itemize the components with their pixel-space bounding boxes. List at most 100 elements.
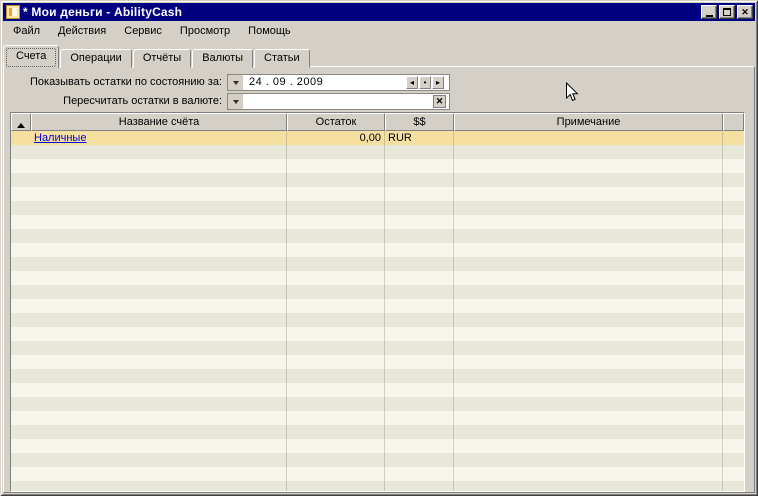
table-cell xyxy=(11,411,31,425)
table-cell xyxy=(31,145,287,159)
tab-accounts[interactable]: Счета xyxy=(3,45,59,68)
table-cell xyxy=(11,145,31,159)
table-cell xyxy=(11,271,31,285)
table-cell xyxy=(385,439,454,453)
table-cell xyxy=(31,285,287,299)
table-cell xyxy=(723,173,744,187)
table-row[interactable] xyxy=(11,187,744,201)
menu-file[interactable]: Файл xyxy=(4,22,49,40)
header-account-name[interactable]: Название счёта xyxy=(31,113,287,131)
table-row[interactable] xyxy=(11,313,744,327)
menu-actions[interactable]: Действия xyxy=(49,22,115,40)
table-cell xyxy=(287,453,385,467)
table-row[interactable] xyxy=(11,285,744,299)
today-button[interactable]: • xyxy=(419,76,431,89)
table-cell xyxy=(385,467,454,481)
table-row[interactable] xyxy=(11,243,744,257)
currency-dropdown-button[interactable] xyxy=(228,94,243,109)
table-cell xyxy=(723,467,744,481)
balance-date-field[interactable]: 24 . 09 . 2009 ◂ • ▸ xyxy=(227,74,450,91)
title-bar[interactable]: * Мои деньги - AbilityCash ✕ xyxy=(3,3,755,21)
window-title: * Мои деньги - AbilityCash xyxy=(23,5,701,19)
table-cell xyxy=(385,327,454,341)
header-extra[interactable] xyxy=(723,113,744,131)
tab-currencies[interactable]: Валюты xyxy=(192,49,253,68)
currency-field[interactable]: ✕ xyxy=(227,93,450,110)
table-cell xyxy=(31,341,287,355)
header-balance[interactable]: Остаток xyxy=(287,113,385,131)
next-day-button[interactable]: ▸ xyxy=(432,76,444,89)
table-row[interactable] xyxy=(11,425,744,439)
minimize-button[interactable] xyxy=(701,5,717,19)
table-row[interactable] xyxy=(11,257,744,271)
header-currency[interactable]: $$ xyxy=(385,113,454,131)
menu-view[interactable]: Просмотр xyxy=(171,22,239,40)
prev-day-button[interactable]: ◂ xyxy=(406,76,418,89)
close-button[interactable]: ✕ xyxy=(737,5,753,19)
table-cell xyxy=(11,257,31,271)
tab-reports[interactable]: Отчёты xyxy=(133,49,191,68)
clear-currency-button[interactable]: ✕ xyxy=(433,95,446,108)
table-row[interactable] xyxy=(11,341,744,355)
tab-label: Валюты xyxy=(202,52,243,64)
tab-strip: Счета Операции Отчёты Валюты Статьи xyxy=(3,45,755,68)
table-cell xyxy=(723,327,744,341)
table-cell xyxy=(723,397,744,411)
table-cell xyxy=(385,369,454,383)
date-dropdown-button[interactable] xyxy=(228,75,243,90)
table-row[interactable] xyxy=(11,145,744,159)
menu-bar: Файл Действия Сервис Просмотр Помощь xyxy=(4,22,300,40)
tab-label: Отчёты xyxy=(143,52,181,64)
minimize-icon xyxy=(706,15,713,17)
table-row[interactable] xyxy=(11,383,744,397)
table-row[interactable] xyxy=(11,173,744,187)
table-row[interactable] xyxy=(11,453,744,467)
table-row[interactable] xyxy=(11,215,744,229)
table-row[interactable] xyxy=(11,481,744,492)
table-cell xyxy=(385,341,454,355)
tab-categories[interactable]: Статьи xyxy=(254,49,310,68)
table-row[interactable] xyxy=(11,229,744,243)
table-cell xyxy=(287,271,385,285)
table-cell xyxy=(723,341,744,355)
tab-operations[interactable]: Операции xyxy=(60,49,131,68)
table-row[interactable] xyxy=(11,299,744,313)
table-cell xyxy=(31,425,287,439)
header-note[interactable]: Примечание xyxy=(454,113,723,131)
table-cell xyxy=(287,355,385,369)
table-row[interactable]: Наличные0,00RUR xyxy=(11,131,744,145)
account-link[interactable]: Наличные xyxy=(34,132,86,144)
table-row[interactable] xyxy=(11,201,744,215)
table-row[interactable] xyxy=(11,159,744,173)
maximize-button[interactable] xyxy=(719,5,735,19)
table-cell xyxy=(385,229,454,243)
menu-help[interactable]: Помощь xyxy=(239,22,300,40)
table-row[interactable] xyxy=(11,369,744,383)
table-cell xyxy=(287,439,385,453)
table-cell xyxy=(454,383,723,397)
table-cell xyxy=(287,299,385,313)
table-cell xyxy=(385,215,454,229)
table-row[interactable] xyxy=(11,271,744,285)
table-row[interactable] xyxy=(11,467,744,481)
table-cell xyxy=(11,201,31,215)
table-cell xyxy=(723,257,744,271)
table-row[interactable] xyxy=(11,327,744,341)
table-cell xyxy=(31,243,287,257)
table-row[interactable] xyxy=(11,411,744,425)
mouse-cursor xyxy=(565,82,579,106)
table-cell xyxy=(11,453,31,467)
sort-asc-icon xyxy=(17,123,25,128)
header-sort-column[interactable] xyxy=(11,113,31,131)
menu-service[interactable]: Сервис xyxy=(115,22,171,40)
table-cell xyxy=(454,425,723,439)
table-cell xyxy=(11,229,31,243)
table-cell xyxy=(385,453,454,467)
x-icon: ✕ xyxy=(436,96,444,107)
table-row[interactable] xyxy=(11,439,744,453)
table-row[interactable] xyxy=(11,397,744,411)
table-header: Название счёта Остаток $$ Примечание xyxy=(11,113,744,131)
table-row[interactable] xyxy=(11,355,744,369)
arrow-right-icon: ▸ xyxy=(436,77,440,88)
balance-date-value[interactable]: 24 . 09 . 2009 xyxy=(243,75,406,90)
